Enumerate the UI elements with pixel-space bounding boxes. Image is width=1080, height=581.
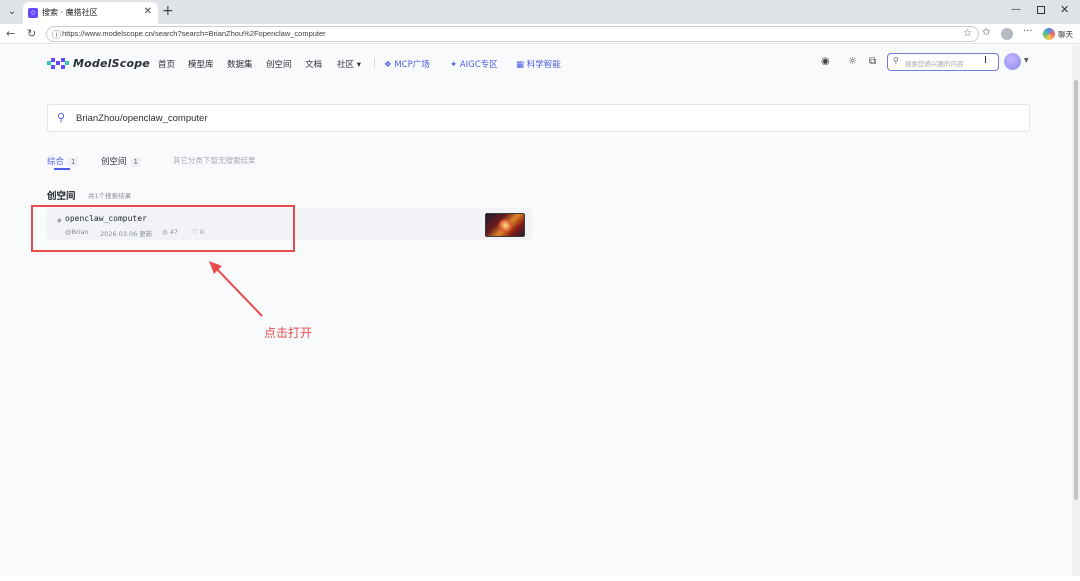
nav-aigc[interactable]: ✦ AIGC专区 <box>450 58 498 70</box>
annotation-highlight-box <box>31 205 295 252</box>
browser-tab[interactable]: ◇ 搜索 · 魔搭社区 ✕ <box>23 2 158 24</box>
back-icon[interactable]: ← <box>6 26 15 42</box>
close-window-icon[interactable]: ✕ <box>1060 3 1069 16</box>
thumbnail-art <box>498 219 513 232</box>
modelscope-logo-icon <box>47 58 69 69</box>
annotation-arrow-line <box>212 264 263 317</box>
nav-models[interactable]: 模型库 <box>188 58 214 70</box>
nav-science-label: 科学智能 <box>526 60 561 70</box>
header-search-placeholder: 搜索您感兴趣的内容 <box>905 60 964 68</box>
main-search-input[interactable]: ⚲ BrianZhou/openclaw_computer <box>47 104 1030 132</box>
minimize-icon[interactable]: — <box>1011 4 1021 15</box>
nav-science[interactable]: ▦ 科学智能 <box>516 58 561 70</box>
tab-title: 搜索 · 魔搭社区 <box>42 8 98 17</box>
nav-divider <box>374 58 375 68</box>
search-query: BrianZhou/openclaw_computer <box>76 113 208 124</box>
site-info-icon[interactable]: ⓘ <box>52 28 61 41</box>
modelscope-favicon-icon: ◇ <box>28 8 38 18</box>
url-text: https://www.modelscope.cn/search?search=… <box>62 29 326 38</box>
new-tab-button[interactable]: + <box>162 3 174 19</box>
chevron-down-icon[interactable]: ▼ <box>1024 57 1029 64</box>
nav-community[interactable]: 社区 ▾ <box>337 58 361 70</box>
tab-list-icon[interactable]: ⌄ <box>4 4 20 20</box>
maximize-icon[interactable] <box>1037 6 1045 14</box>
mcp-icon: ❖ <box>384 60 392 70</box>
github-icon[interactable]: ◉ <box>821 56 830 67</box>
favorites-icon[interactable]: ✩ <box>982 27 990 38</box>
favorite-star-icon[interactable]: ☆ <box>963 28 972 39</box>
nav-datasets[interactable]: 数据集 <box>227 58 253 70</box>
close-tab-icon[interactable]: ✕ <box>144 6 152 17</box>
nav-mcp[interactable]: ❖ MCP广场 <box>384 58 430 70</box>
tab-studios-label: 创空间 <box>101 157 127 167</box>
text-cursor-icon: I <box>984 55 987 66</box>
copilot-icon[interactable] <box>1043 28 1055 40</box>
more-menu-icon[interactable]: ··· <box>1023 26 1033 37</box>
reload-icon[interactable]: ↻ <box>27 26 36 42</box>
result-thumbnail[interactable] <box>485 213 525 237</box>
browser-tab-strip: ⌄ ◇ 搜索 · 魔搭社区 ✕ + — ✕ <box>0 0 1080 24</box>
nav-aigc-label: AIGC专区 <box>459 60 498 70</box>
tab-all-count: 1 <box>68 157 79 167</box>
nav-home[interactable]: 首页 <box>158 58 175 70</box>
sparkle-icon: ✦ <box>450 60 458 70</box>
annotation-arrow-head <box>209 261 222 274</box>
active-tab-indicator <box>54 168 70 170</box>
user-avatar[interactable] <box>1004 53 1021 70</box>
annotation-text: 点击打开 <box>264 326 313 340</box>
scrollbar-thumb[interactable] <box>1074 80 1078 500</box>
copilot-label[interactable]: 聊天 <box>1058 29 1073 40</box>
browser-profile-avatar[interactable] <box>1001 28 1013 40</box>
search-icon: ⚲ <box>57 111 66 124</box>
language-icon[interactable]: ⧉ <box>869 56 876 67</box>
header-search-input[interactable]: ⚲ 搜索您感兴趣的内容 I <box>887 53 999 71</box>
nav-docs[interactable]: 文档 <box>305 58 322 70</box>
search-icon: ⚲ <box>893 56 899 65</box>
tab-all[interactable]: 综合 1 <box>47 155 79 167</box>
tab-all-label: 综合 <box>47 157 65 167</box>
tab-studios-count: 1 <box>130 157 141 167</box>
section-count: 共1个搜索结果 <box>88 192 132 200</box>
theme-sun-icon[interactable]: ☼ <box>848 56 857 67</box>
page-content: ModelScope 首页 模型库 数据集 创空间 文档 社区 ▾ ❖ MCP广… <box>0 45 1072 576</box>
tab-note: 其它分类下暂无搜索结果 <box>173 156 256 165</box>
address-bar[interactable]: ⓘ https://www.modelscope.cn/search?searc… <box>46 26 979 42</box>
section-title: 创空间 <box>47 191 76 202</box>
logo-text: ModelScope <box>73 57 150 70</box>
nav-mcp-label: MCP广场 <box>394 60 430 70</box>
browser-toolbar: ← ↻ ⓘ https://www.modelscope.cn/search?s… <box>0 24 1080 44</box>
nav-studios[interactable]: 创空间 <box>266 58 292 70</box>
tab-studios[interactable]: 创空间 1 <box>101 155 141 167</box>
science-icon: ▦ <box>516 60 525 70</box>
